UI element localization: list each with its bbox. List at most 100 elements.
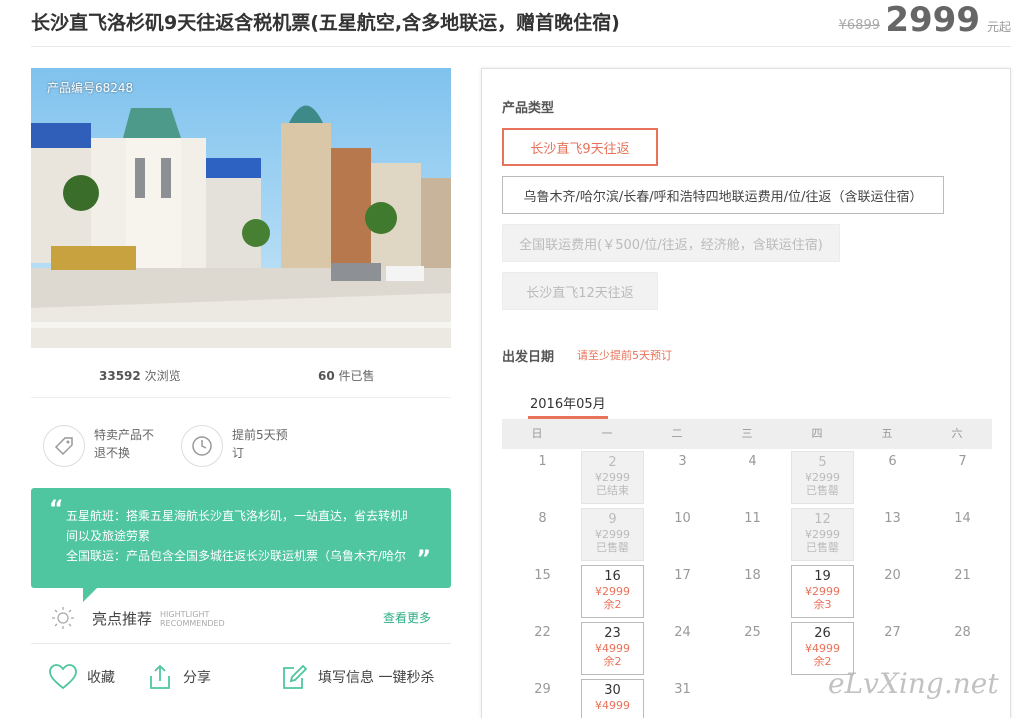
option-national-connection[interactable]: 全国联运费用(￥500/位/往返，经济舱，含联运住宿)	[502, 224, 840, 262]
favorite-button[interactable]: 收藏	[49, 664, 115, 690]
day-number: 20	[884, 568, 901, 583]
day-status: 已结束	[596, 484, 629, 497]
feature-line: 特卖产品不	[94, 428, 155, 442]
calendar-day-box: 3	[651, 451, 714, 504]
highlight-text: 产品包含全国多城往返长沙联运机票（乌鲁木齐/哈尔	[126, 549, 407, 563]
calendar-day: 11	[712, 506, 782, 563]
share-label: 分享	[183, 670, 211, 686]
views-stat: 33592 次浏览	[99, 367, 181, 384]
calendar-day-box: 8	[511, 508, 574, 561]
close-quote-icon: ”	[416, 547, 431, 572]
favorite-label: 收藏	[87, 670, 115, 686]
view-more-link[interactable]: 查看更多	[383, 609, 431, 626]
calendar-day-box: 21	[931, 565, 994, 618]
calendar-day[interactable]: 16 ¥2999 余2	[572, 563, 644, 620]
calendar-week-row: 1 2 ¥2999 已结束 3 4 5 ¥2999 已售罄 6 7	[502, 449, 992, 506]
product-overview: 产品编号68248 33592 次浏览 60 件已售 特卖产品不 退不换 提前5…	[31, 68, 451, 710]
heart-icon	[49, 664, 77, 690]
day-price: ¥4999	[805, 642, 840, 655]
calendar-day-box: 4	[721, 451, 784, 504]
day-number: 13	[884, 511, 901, 526]
fill-info-label: 填写信息 一键秒杀	[318, 670, 435, 686]
weekday-label: 二	[671, 427, 683, 440]
day-status: 余2	[603, 655, 622, 668]
calendar-day-box: 15	[511, 565, 574, 618]
calendar-day: 14	[922, 506, 992, 563]
day-price: ¥4999	[595, 642, 630, 655]
calendar-day-box: 2 ¥2999 已结束	[581, 451, 644, 504]
calendar-day: 2 ¥2999 已结束	[572, 449, 644, 506]
weekday-label: 日	[531, 427, 543, 440]
calendar-day: 25	[712, 620, 782, 677]
day-number: 5	[818, 455, 827, 470]
share-icon	[150, 664, 170, 689]
day-number: 28	[954, 625, 971, 640]
day-price: ¥2999	[595, 585, 630, 598]
calendar-day: 7	[922, 449, 992, 506]
calendar-day[interactable]: 19 ¥2999 余3	[782, 563, 854, 620]
day-number: 17	[674, 568, 691, 583]
day-price: ¥4999	[595, 699, 630, 712]
calendar-day[interactable]: 23 ¥4999 余2	[572, 620, 644, 677]
day-number: 9	[608, 512, 617, 527]
day-number: 24	[674, 625, 691, 640]
calendar-day: 10	[642, 506, 712, 563]
day-number: 10	[674, 511, 691, 526]
calendar-day: 13	[852, 506, 922, 563]
weekday-label: 六	[951, 427, 963, 440]
sun-icon	[52, 607, 74, 629]
calendar-weekday-header: 日一二三四五六	[502, 419, 992, 449]
fill-info-button[interactable]: 填写信息 一键秒杀	[282, 664, 434, 690]
open-quote-icon: “	[49, 497, 64, 522]
views-count: 33592	[99, 369, 141, 383]
day-number: 23	[604, 626, 621, 641]
share-button[interactable]: 分享	[147, 664, 211, 690]
action-bar: 收藏 分享 填写信息 一键秒杀	[31, 644, 451, 710]
calendar-month-tab[interactable]: 2016年05月	[530, 393, 606, 412]
edit-icon	[283, 664, 308, 689]
calendar-day: 15	[502, 563, 572, 620]
day-number: 18	[744, 568, 761, 583]
day-number: 3	[678, 454, 687, 469]
highlight-label: 五星航班：	[66, 509, 127, 523]
product-code: 产品编号68248	[47, 81, 134, 95]
day-number: 19	[814, 569, 831, 584]
features-row: 特卖产品不 退不换 提前5天预 订	[31, 398, 451, 488]
calendar-week-row: 8 9 ¥2999 已售罄 10 11 12 ¥2999 已售罄 13 14	[502, 506, 992, 563]
option-changsha-9day[interactable]: 长沙直飞9天往返	[502, 128, 658, 166]
calendar-day: 1	[502, 449, 572, 506]
option-changsha-12day[interactable]: 长沙直飞12天往返	[502, 272, 658, 310]
sold-stat: 60 件已售	[318, 367, 375, 384]
day-number: 8	[538, 511, 547, 526]
option-four-city-connection[interactable]: 乌鲁木齐/哈尔滨/长春/呼和浩特四地联运费用/位/往返（含联运住宿）	[502, 176, 944, 214]
product-photo[interactable]: 产品编号68248	[31, 68, 451, 348]
sold-count: 60	[318, 369, 335, 383]
calendar-day[interactable]: 30 ¥4999	[572, 677, 644, 718]
day-number: 11	[744, 511, 761, 526]
day-number: 4	[748, 454, 757, 469]
feature-line: 退不换	[94, 446, 131, 460]
day-number: 29	[534, 682, 551, 697]
calendar-day: 9 ¥2999 已售罄	[572, 506, 644, 563]
booking-panel: 产品类型 长沙直飞9天往返 乌鲁木齐/哈尔滨/长春/呼和浩特四地联运费用/位/往…	[481, 68, 1011, 718]
day-status: 已售罄	[596, 541, 629, 554]
feature-text: 提前5天预 订	[232, 426, 288, 462]
feature-line: 订	[232, 446, 245, 460]
calendar-day: 8	[502, 506, 572, 563]
day-price: ¥2999	[805, 585, 840, 598]
day-price: ¥2999	[805, 471, 840, 484]
weekday-label: 一	[601, 427, 613, 440]
feature-advance-booking: 提前5天预 订	[181, 425, 288, 467]
date-note: 请至少提前5天预订	[577, 349, 672, 362]
day-status: 余2	[603, 598, 622, 611]
calendar-day-box: 10	[651, 508, 714, 561]
day-status: 已售罄	[806, 541, 839, 554]
watermark: eLvXing.net	[828, 667, 999, 700]
day-price: ¥2999	[595, 471, 630, 484]
highlight-label: 全国联运：	[66, 549, 127, 563]
calendar-day: 18	[712, 563, 782, 620]
calendar-day-box: 19 ¥2999 余3	[791, 565, 854, 618]
calendar-day: 31	[642, 677, 712, 718]
calendar-day-box: 25	[721, 622, 784, 675]
day-number: 16	[604, 569, 621, 584]
